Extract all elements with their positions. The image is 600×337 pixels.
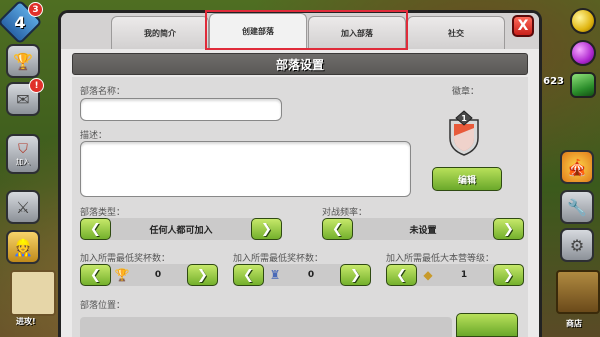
min-trophies-prev-button[interactable]: ❮ [80, 264, 111, 286]
location-next-button[interactable] [456, 313, 518, 337]
clan-type-prev-button[interactable]: ❮ [80, 218, 111, 240]
attack-map-icon[interactable] [10, 270, 56, 316]
mail-notification-badge: ! [29, 78, 44, 93]
attack-label: 进攻! [16, 317, 36, 326]
gold-icon [570, 8, 596, 34]
clan-type-next-button[interactable]: ❯ [251, 218, 282, 240]
tab-my-profile[interactable]: 我的简介 [111, 16, 209, 49]
events-button[interactable]: 🎪 [560, 150, 594, 184]
settings-button[interactable]: ⚙ [560, 228, 594, 262]
elixir-icon [570, 40, 596, 66]
description-input[interactable] [80, 141, 411, 197]
mail-icon: ✉ [16, 89, 30, 109]
clan-type-stepper: ❮ 任何人都可加入 ❯ [80, 218, 282, 240]
war-frequency-prev-button[interactable]: ❮ [322, 218, 353, 240]
clan-type-label: 部落类型： [80, 208, 126, 218]
gear-icon: ⚙ [569, 235, 585, 255]
badge-level: 1 [461, 114, 467, 123]
description-label: 描述： [80, 131, 108, 141]
min-builder-trophies-label: 加入所需最低奖杯数： [233, 254, 324, 264]
builder-button[interactable]: 👷 [6, 230, 40, 264]
clan-button[interactable]: ⛉ 加入 [6, 134, 40, 174]
wrench-icon: 🔧 [567, 197, 587, 217]
events-icon: 🎪 [567, 157, 587, 177]
location-selector[interactable] [80, 317, 452, 337]
tab-join-clan[interactable]: 加入部落 [308, 16, 406, 49]
min-trophies-next-button[interactable]: ❯ [187, 264, 218, 286]
section-title: 部落设置 [72, 53, 528, 75]
tools-button[interactable]: 🔧 [560, 190, 594, 224]
min-builder-trophies-next-button[interactable]: ❯ [340, 264, 371, 286]
trophy-icon: 🏆 [114, 268, 130, 282]
battle-log-button[interactable]: ⚔ [6, 190, 40, 224]
trophy-icon: 🏆 [13, 51, 33, 71]
war-frequency-next-button[interactable]: ❯ [493, 218, 524, 240]
location-label: 部落位置： [80, 301, 126, 311]
shop-label: 商店 [566, 319, 582, 328]
crossed-swords-icon: ⚔ [15, 197, 31, 217]
townhall-icon: ◆ [423, 268, 433, 282]
shop-icon[interactable] [556, 270, 600, 314]
tab-social[interactable]: 社交 [407, 16, 505, 49]
builder-trophy-icon: ♜ [269, 268, 281, 282]
gem-icon [570, 72, 596, 98]
min-townhall-value: 1 [460, 270, 468, 280]
min-townhall-next-button[interactable]: ❯ [493, 264, 524, 286]
clan-button-label: 加入 [16, 157, 30, 166]
min-townhall-prev-button[interactable]: ❮ [386, 264, 417, 286]
edit-badge-button[interactable]: 编辑 [432, 167, 502, 191]
min-townhall-stepper: ❮ ◆ 1 ❯ [386, 264, 524, 286]
builder-icon: 👷 [13, 237, 33, 257]
tab-bar: 我的简介 创建部落 加入部落 社交 [61, 13, 539, 49]
close-button[interactable]: X [512, 15, 534, 37]
badge-label: 徽章： [452, 87, 480, 97]
min-builder-trophies-value: 0 [307, 270, 315, 280]
war-frequency-value: 未设置 [409, 225, 437, 236]
min-townhall-label: 加入所需最低大本营等级： [386, 254, 495, 264]
min-trophies-label: 加入所需最低奖杯数： [80, 254, 171, 264]
mail-button[interactable]: ✉ ! [6, 78, 44, 116]
level-notification-badge: 3 [28, 2, 43, 17]
shield-icon: ⛉ [18, 141, 28, 157]
clan-type-value: 任何人都可加入 [149, 225, 213, 236]
gem-count: 623 [543, 76, 564, 87]
trophy-leaderboard-button[interactable]: 🏆 [6, 44, 40, 78]
clan-name-label: 部落名称： [80, 87, 126, 97]
clan-name-input[interactable] [80, 98, 282, 121]
min-trophies-stepper: ❮ 🏆 0 ❯ [80, 264, 218, 286]
clan-badge-icon: 1 [449, 110, 479, 156]
min-builder-trophies-prev-button[interactable]: ❮ [233, 264, 264, 286]
tab-create-clan[interactable]: 创建部落 [209, 13, 307, 49]
min-builder-trophies-stepper: ❮ ♜ 0 ❯ [233, 264, 371, 286]
min-trophies-value: 0 [154, 270, 162, 280]
war-frequency-label: 对战频率： [322, 208, 368, 218]
war-frequency-stepper: ❮ 未设置 ❯ [322, 218, 524, 240]
